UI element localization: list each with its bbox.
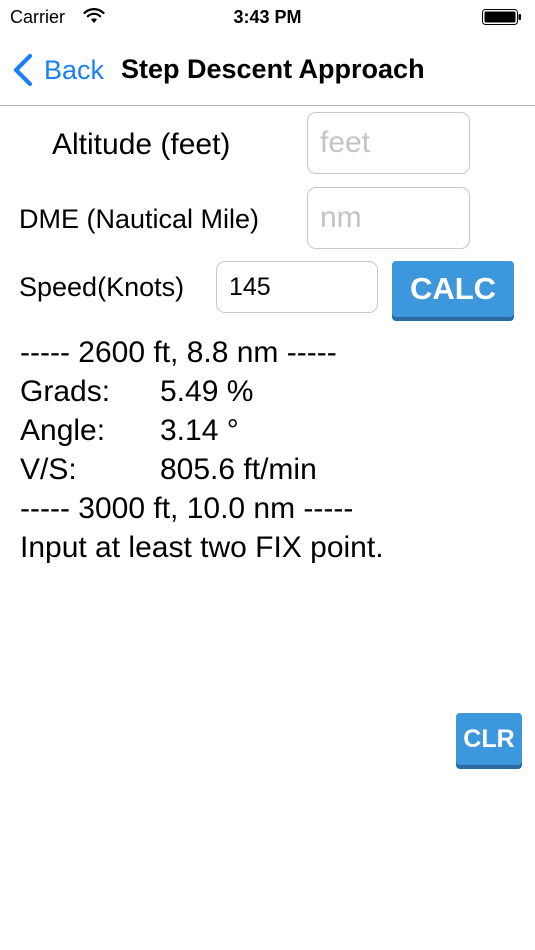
clock-time: 3:43 PM — [233, 7, 302, 27]
vs-value: 805.6 ft/min — [160, 453, 317, 486]
status-bar: Carrier 3:43 PM — [0, 0, 535, 36]
chevron-left-icon — [13, 53, 33, 87]
vs-row: V/S: 805.6 ft/min — [20, 450, 384, 489]
altitude-input[interactable] — [307, 112, 470, 174]
calc-button[interactable]: CALC — [392, 261, 514, 317]
vs-label: V/S: — [20, 453, 77, 486]
results-panel: ----- 2600 ft, 8.8 nm ----- Grads: 5.49 %… — [20, 333, 384, 567]
result-header: ----- 2600 ft, 8.8 nm ----- — [20, 336, 337, 369]
result-header: ----- 3000 ft, 10.0 nm ----- — [20, 492, 354, 525]
angle-row: Angle: 3.14 ° — [20, 411, 384, 450]
battery-icon — [482, 9, 521, 25]
dme-input[interactable] — [307, 187, 470, 249]
navigation-bar: Back Step Descent Approach — [0, 36, 535, 106]
grads-row: Grads: 5.49 % — [20, 372, 384, 411]
grads-value: 5.49 % — [160, 375, 254, 408]
result-message: Input at least two FIX point. — [20, 531, 384, 564]
speed-label: Speed(Knots) — [19, 272, 185, 302]
clear-button[interactable]: CLR — [456, 713, 522, 765]
angle-value: 3.14 ° — [160, 414, 239, 447]
altitude-label: Altitude (feet) — [52, 128, 231, 161]
back-button[interactable]: Back — [12, 50, 104, 90]
grads-label: Grads: — [20, 375, 111, 408]
back-label: Back — [44, 54, 105, 85]
page-title: Step Descent Approach — [121, 54, 425, 84]
angle-label: Angle: — [20, 414, 106, 447]
dme-label: DME (Nautical Mile) — [19, 204, 260, 234]
speed-input[interactable] — [216, 261, 378, 313]
